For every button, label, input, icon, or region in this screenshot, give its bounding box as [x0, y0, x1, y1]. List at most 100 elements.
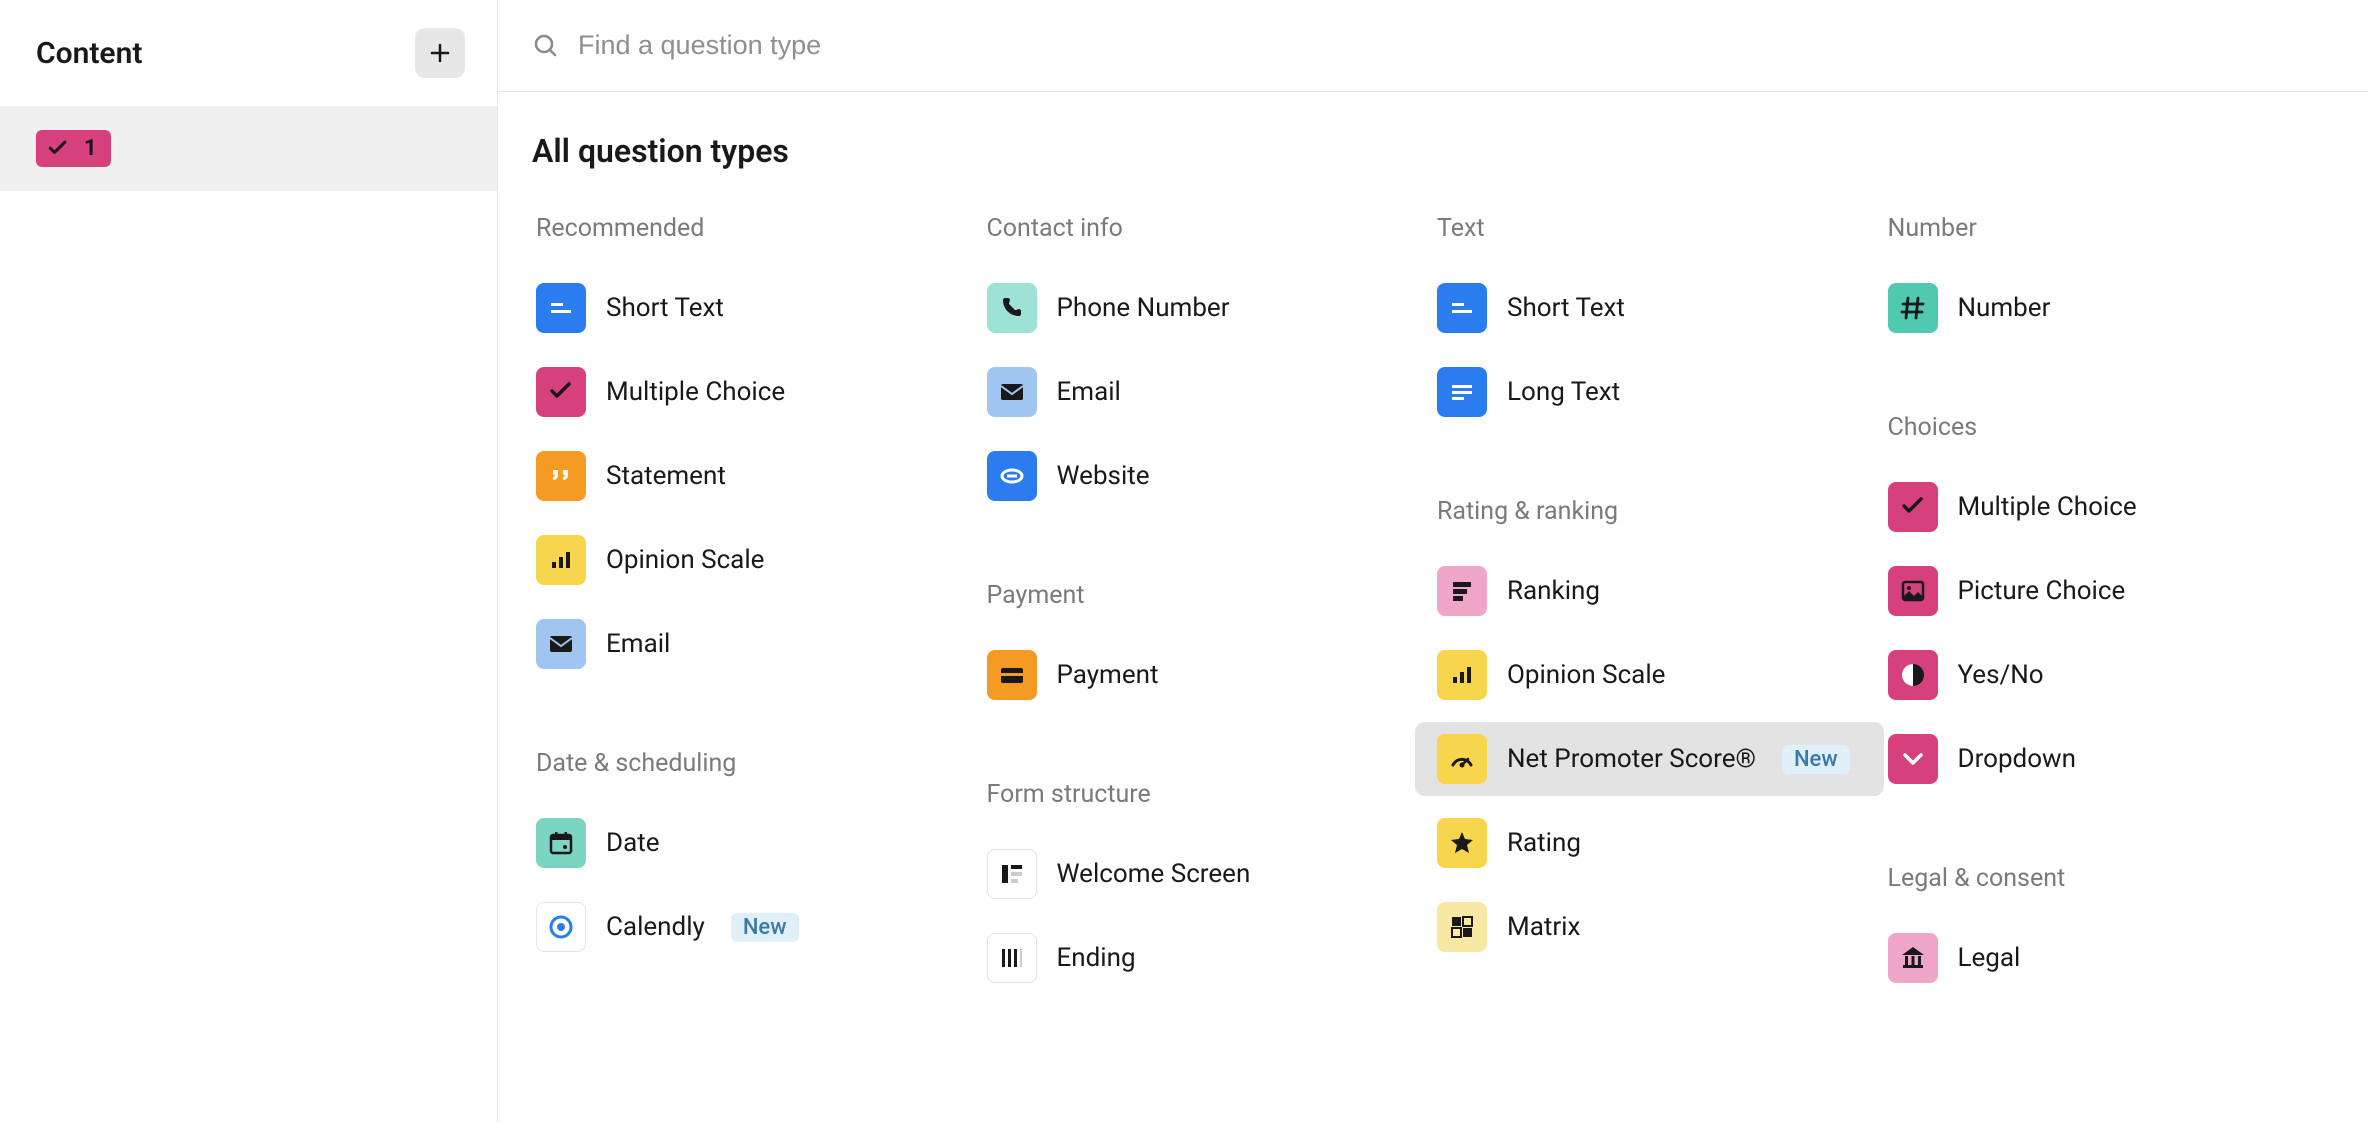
item-label: Payment [1057, 660, 1159, 690]
group-title-form-structure: Form structure [983, 780, 1434, 809]
item-website[interactable]: Website [983, 439, 1434, 513]
item-dropdown[interactable]: Dropdown [1884, 722, 2335, 796]
item-label: Legal [1958, 943, 2021, 973]
item-multiple-choice[interactable]: Multiple Choice [532, 355, 983, 429]
add-content-button[interactable] [415, 28, 465, 78]
item-label: Matrix [1507, 912, 1580, 942]
columns: Recommended Short Text Multiple Choice S… [532, 214, 2334, 1005]
group-title-number: Number [1884, 214, 2335, 243]
content-item-number: 1 [84, 136, 97, 161]
content-item[interactable]: 1 [0, 106, 497, 191]
image-icon [1888, 566, 1938, 616]
group-title-legal: Legal & consent [1884, 864, 2335, 893]
email-icon [987, 367, 1037, 417]
item-multiple-choice[interactable]: Multiple Choice [1884, 470, 2335, 544]
item-opinion-scale[interactable]: Opinion Scale [532, 523, 983, 597]
short-text-icon [536, 283, 586, 333]
item-label: Website [1057, 461, 1150, 491]
item-label: Date [606, 828, 660, 858]
ending-icon [987, 933, 1037, 983]
item-payment[interactable]: Payment [983, 638, 1434, 712]
item-email[interactable]: Email [532, 607, 983, 681]
chevron-down-icon [1888, 734, 1938, 784]
item-label: Picture Choice [1958, 576, 2126, 606]
item-email[interactable]: Email [983, 355, 1434, 429]
phone-icon [987, 283, 1037, 333]
group-title-choices: Choices [1884, 413, 2335, 442]
item-matrix[interactable]: Matrix [1433, 890, 1884, 964]
column-3: Text Short Text Long Text Rating & ranki… [1433, 214, 1884, 1005]
item-phone-number[interactable]: Phone Number [983, 271, 1434, 345]
item-yes-no[interactable]: Yes/No [1884, 638, 2335, 712]
item-calendly[interactable]: Calendly New [532, 890, 983, 964]
item-label: Short Text [1507, 293, 1625, 323]
search-input[interactable] [578, 30, 2334, 61]
item-label: Dropdown [1958, 744, 2076, 774]
ranking-icon [1437, 566, 1487, 616]
item-number[interactable]: Number [1884, 271, 2335, 345]
new-badge: New [731, 913, 799, 942]
item-picture-choice[interactable]: Picture Choice [1884, 554, 2335, 628]
item-short-text[interactable]: Short Text [1433, 271, 1884, 345]
group-title-date: Date & scheduling [532, 749, 983, 778]
group-title-rating: Rating & ranking [1433, 497, 1884, 526]
item-rating[interactable]: Rating [1433, 806, 1884, 880]
item-label: Statement [606, 461, 726, 491]
welcome-icon [987, 849, 1037, 899]
calendly-icon [536, 902, 586, 952]
item-opinion-scale[interactable]: Opinion Scale [1433, 638, 1884, 712]
group-title-payment: Payment [983, 581, 1434, 610]
item-label: Multiple Choice [606, 377, 785, 407]
group-title-text: Text [1433, 214, 1884, 243]
item-ending[interactable]: Ending [983, 921, 1434, 995]
item-label: Ending [1057, 943, 1136, 973]
item-label: Ranking [1507, 576, 1600, 606]
email-icon [536, 619, 586, 669]
sidebar-header: Content [0, 0, 497, 106]
column-2: Contact info Phone Number Email Website [983, 214, 1434, 1005]
hash-icon [1888, 283, 1938, 333]
bars-icon [1437, 650, 1487, 700]
item-label: Welcome Screen [1057, 859, 1251, 889]
group-title-contact: Contact info [983, 214, 1434, 243]
item-ranking[interactable]: Ranking [1433, 554, 1884, 628]
item-short-text[interactable]: Short Text [532, 271, 983, 345]
bars-icon [536, 535, 586, 585]
item-label: Number [1958, 293, 2051, 323]
link-icon [987, 451, 1037, 501]
quote-icon [536, 451, 586, 501]
new-badge: New [1782, 745, 1850, 774]
item-label: Calendly [606, 912, 705, 942]
item-legal[interactable]: Legal [1884, 921, 2335, 995]
card-icon [987, 650, 1037, 700]
check-icon [1888, 482, 1938, 532]
item-label: Phone Number [1057, 293, 1230, 323]
item-date[interactable]: Date [532, 806, 983, 880]
item-label: Email [1057, 377, 1121, 407]
item-statement[interactable]: Statement [532, 439, 983, 513]
item-label: Opinion Scale [1507, 660, 1665, 690]
column-1: Recommended Short Text Multiple Choice S… [532, 214, 983, 1005]
question-types-area: All question types Recommended Short Tex… [498, 92, 2368, 1122]
section-title: All question types [532, 132, 2334, 170]
content-item-badge: 1 [36, 130, 111, 167]
item-long-text[interactable]: Long Text [1433, 355, 1884, 429]
item-label: Email [606, 629, 670, 659]
item-welcome-screen[interactable]: Welcome Screen [983, 837, 1434, 911]
item-label: Opinion Scale [606, 545, 764, 575]
sidebar-title: Content [36, 36, 142, 71]
item-nps[interactable]: Net Promoter Score® New [1415, 722, 1884, 796]
group-title-recommended: Recommended [532, 214, 983, 243]
check-icon [536, 367, 586, 417]
main-panel: All question types Recommended Short Tex… [498, 0, 2368, 1122]
check-icon [46, 137, 70, 161]
column-4: Number Number Choices Multiple Choice Pi… [1884, 214, 2335, 1005]
legal-icon [1888, 933, 1938, 983]
gauge-icon [1437, 734, 1487, 784]
star-icon [1437, 818, 1487, 868]
item-label: Net Promoter Score® [1507, 744, 1756, 774]
plus-icon [429, 42, 451, 64]
long-text-icon [1437, 367, 1487, 417]
matrix-icon [1437, 902, 1487, 952]
yesno-icon [1888, 650, 1938, 700]
